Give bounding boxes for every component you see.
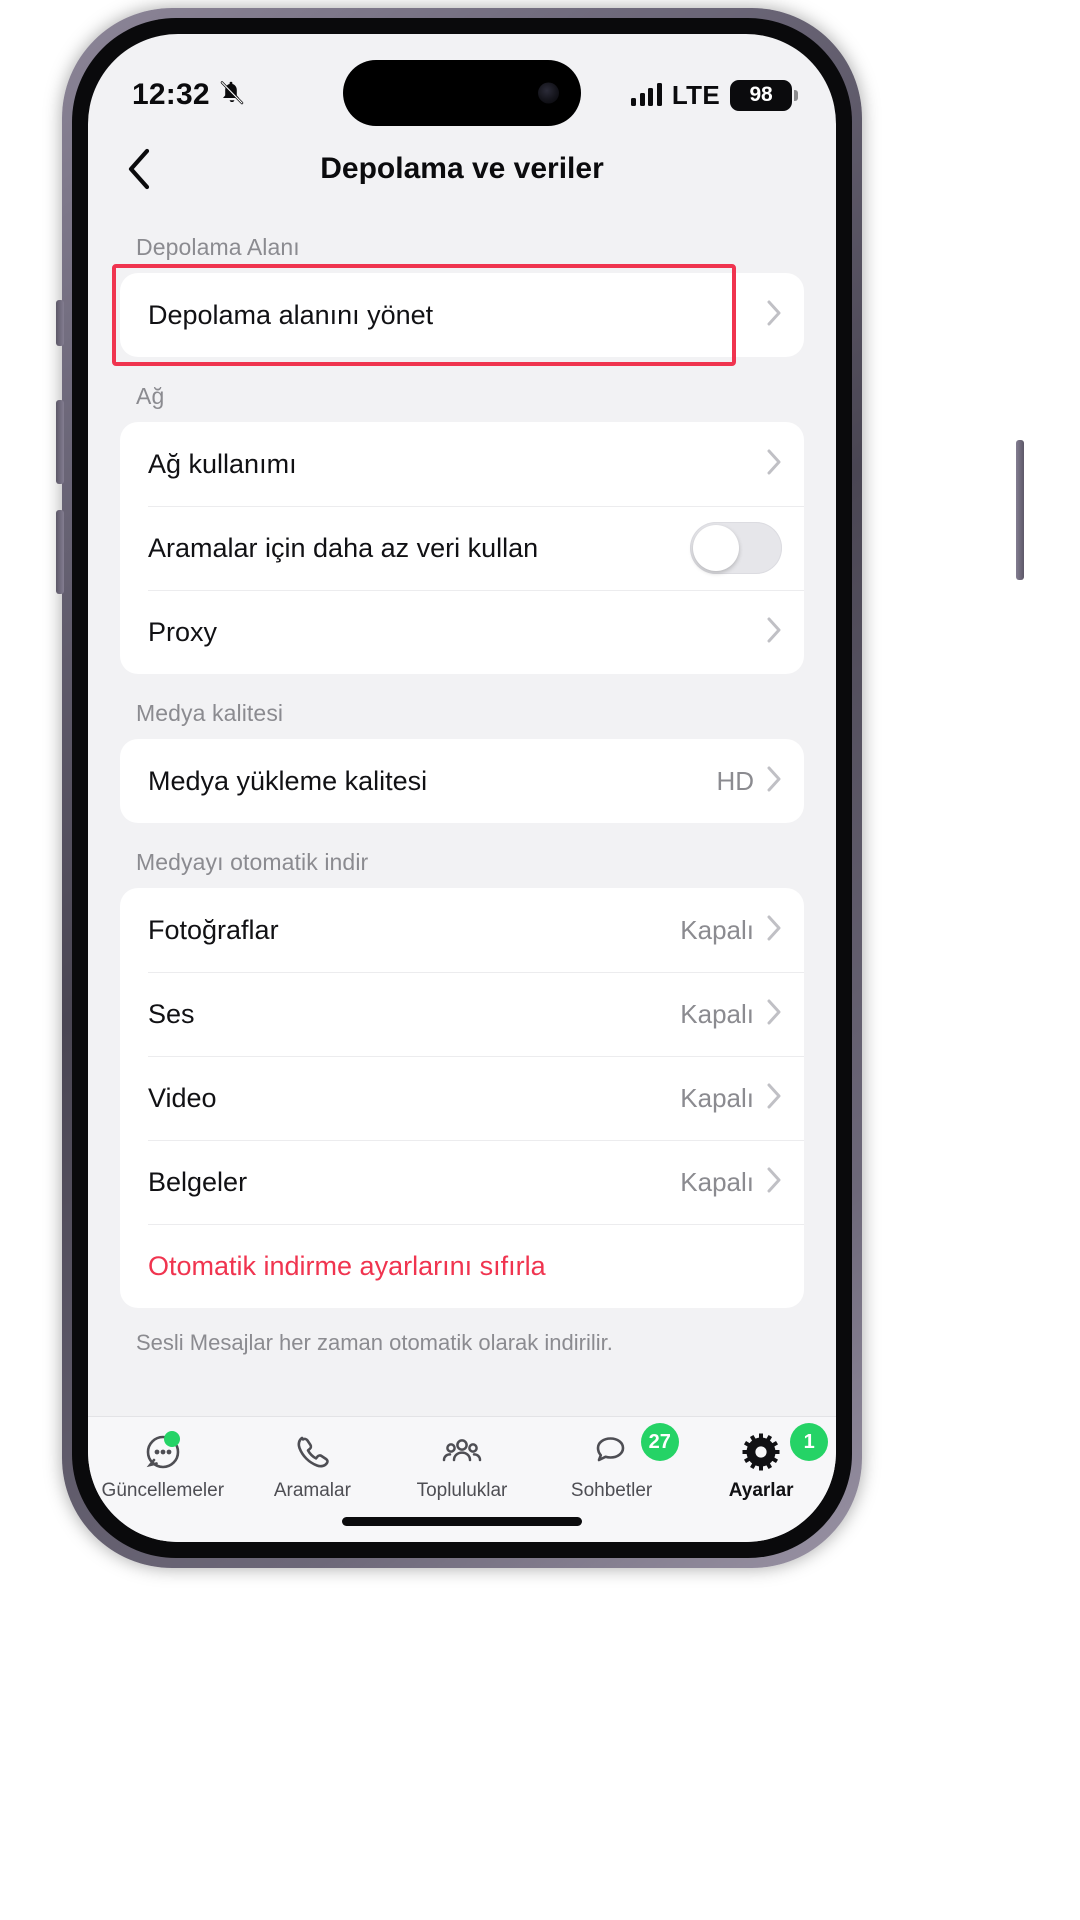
- dynamic-island: [343, 60, 581, 126]
- phone-screen: 12:32 LTE 98 Depolama ve veriler Depolam…: [88, 34, 836, 1542]
- section-header: Depolama Alanı: [136, 234, 300, 260]
- row-label: Proxy: [148, 616, 218, 647]
- chats-icon: 27: [589, 1423, 679, 1475]
- nav-header: Depolama ve veriler: [88, 130, 836, 208]
- row-label: Depolama alanını yönet: [148, 299, 434, 330]
- tab-item-güncellemeler[interactable]: Güncellemeler: [93, 1429, 233, 1502]
- home-indicator: [342, 1517, 582, 1526]
- settings-row[interactable]: Ağ kullanımı: [120, 422, 804, 506]
- row-label: Otomatik indirme ayarlarını sıfırla: [148, 1250, 546, 1281]
- settings-row[interactable]: Depolama alanını yönet: [120, 273, 804, 357]
- row-label: Medya yükleme kalitesi: [148, 765, 428, 796]
- row-label: Ağ kullanımı: [148, 448, 297, 479]
- gear-icon: 1: [738, 1423, 829, 1475]
- row-value: Kapalı: [680, 1082, 754, 1113]
- page-title: Depolama ve veriler: [320, 152, 604, 185]
- settings-card: Ağ kullanımı Aramalar için daha az veri k…: [120, 422, 804, 674]
- settings-row[interactable]: Video Kapalı: [120, 1056, 804, 1140]
- settings-card: Medya yükleme kalitesi HD: [120, 739, 804, 823]
- toggle-knob: [693, 525, 739, 571]
- phone-icon: [289, 1429, 335, 1475]
- settings-card: Fotoğraflar Kapalı Ses Kapalı Video Kapalı Bel…: [120, 888, 804, 1308]
- section-footnote: Sesli Mesajlar her zaman otomatik olarak…: [136, 1330, 613, 1355]
- tab-badge: 27: [640, 1423, 679, 1461]
- toggle-switch[interactable]: [690, 522, 782, 574]
- chevron-right-icon: [766, 299, 782, 332]
- status-bar-left: 12:32: [132, 78, 245, 112]
- signal-bars-icon: [631, 83, 662, 106]
- back-button[interactable]: [116, 146, 162, 192]
- section-header: Ağ: [136, 383, 165, 409]
- row-value: Kapalı: [680, 914, 754, 945]
- tab-status-dot: [163, 1431, 180, 1447]
- bell-slash-icon: [219, 79, 245, 112]
- row-label: Belgeler: [148, 1166, 248, 1197]
- front-camera-icon: [538, 82, 559, 104]
- chevron-right-icon: [766, 1082, 782, 1115]
- chevron-right-icon: [766, 998, 782, 1031]
- battery-indicator: 98: [730, 79, 798, 111]
- screenshot-root: 12:32 LTE 98 Depolama ve veriler Depolam…: [0, 0, 1080, 1920]
- chevron-left-icon: [128, 148, 150, 190]
- settings-card: Depolama alanını yönet: [120, 273, 804, 357]
- chevron-right-icon: [766, 448, 782, 481]
- row-label: Video: [148, 1082, 217, 1113]
- chevron-right-icon: [766, 1166, 782, 1199]
- tab-item-sohbetler[interactable]: 27 Sohbetler: [542, 1423, 682, 1502]
- settings-list[interactable]: Depolama Alanı Depolama alanını yönet Ağ Ağ…: [88, 208, 836, 1416]
- row-value: Kapalı: [680, 1166, 754, 1197]
- settings-row[interactable]: Aramalar için daha az veri kullan: [120, 506, 804, 590]
- tab-item-topluluklar[interactable]: Topluluklar: [392, 1429, 532, 1502]
- section-header: Medyayı otomatik indir: [136, 849, 369, 875]
- settings-row[interactable]: Proxy: [120, 590, 804, 674]
- settings-row[interactable]: Otomatik indirme ayarlarını sıfırla: [120, 1224, 804, 1308]
- tab-item-ayarlar[interactable]: 1 Ayarlar: [691, 1423, 831, 1502]
- row-value: HD: [716, 765, 754, 796]
- tab-badge: 1: [790, 1423, 829, 1461]
- settings-row[interactable]: Medya yükleme kalitesi HD: [120, 739, 804, 823]
- row-label: Ses: [148, 998, 195, 1029]
- row-label: Fotoğraflar: [148, 914, 279, 945]
- communities-icon: [439, 1429, 485, 1475]
- chevron-right-icon: [766, 616, 782, 649]
- settings-row[interactable]: Ses Kapalı: [120, 972, 804, 1056]
- tab-label: Ayarlar: [728, 1480, 794, 1501]
- volume-up-button[interactable]: [56, 400, 64, 484]
- tab-label: Güncellemeler: [101, 1480, 225, 1501]
- tab-label: Sohbetler: [570, 1480, 653, 1501]
- chevron-right-icon: [766, 765, 782, 798]
- section-header: Medya kalitesi: [136, 700, 284, 726]
- row-value: Kapalı: [680, 998, 754, 1029]
- silent-switch[interactable]: [56, 300, 64, 346]
- carrier-label: LTE: [671, 79, 720, 110]
- settings-row[interactable]: Belgeler Kapalı: [120, 1140, 804, 1224]
- row-label: Aramalar için daha az veri kullan: [148, 532, 539, 563]
- power-button[interactable]: [1016, 440, 1024, 580]
- status-time: 12:32: [132, 78, 210, 111]
- settings-row[interactable]: Fotoğraflar Kapalı: [120, 888, 804, 972]
- tab-label: Aramalar: [273, 1480, 351, 1501]
- status-bar-right: LTE 98: [631, 79, 798, 111]
- tab-label: Topluluklar: [416, 1480, 508, 1501]
- updates-icon: [140, 1429, 186, 1475]
- battery-level: 98: [749, 83, 773, 106]
- tab-item-aramalar[interactable]: Aramalar: [242, 1429, 382, 1502]
- chevron-right-icon: [766, 914, 782, 947]
- volume-down-button[interactable]: [56, 510, 64, 594]
